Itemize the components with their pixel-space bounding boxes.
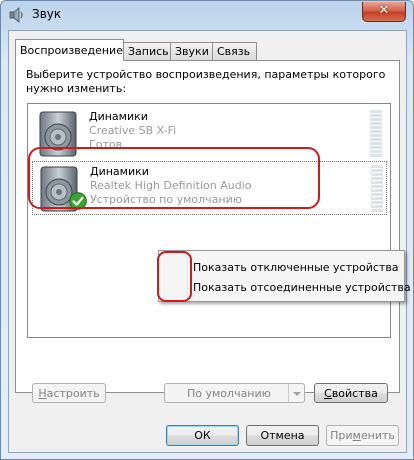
window-title: Звук: [32, 7, 62, 21]
device-list[interactable]: Динамики Creative SB X-Fi Готов Динамики…: [27, 103, 391, 338]
sound-dialog: Звук ✕ Воспроизведение Запись Звуки Связ…: [0, 0, 414, 460]
btn-label-part: енить: [360, 429, 395, 442]
speaker-device-icon: [39, 111, 77, 157]
btn-label-part: войства: [331, 387, 378, 400]
chevron-down-icon[interactable]: [288, 384, 304, 402]
menu-item-label: Показать отключенные устройства: [193, 261, 399, 274]
instruction-text: Выберите устройство воспроизведения, пар…: [26, 68, 386, 95]
tab-recording[interactable]: Запись: [123, 42, 171, 60]
dialog-body: Воспроизведение Запись Звуки Связь Выбер…: [8, 30, 407, 453]
tab-label: Связь: [217, 45, 251, 58]
apply-button[interactable]: Применить: [326, 425, 399, 446]
default-check-icon: [69, 192, 87, 210]
close-button[interactable]: ✕: [362, 2, 406, 22]
menu-item-show-disconnected[interactable]: Показать отсоединенные устройства: [193, 281, 411, 294]
tab-label: Воспроизведение: [20, 44, 123, 57]
device-item-creative[interactable]: Динамики Creative SB X-Fi Готов: [32, 107, 385, 159]
tab-sounds[interactable]: Звуки: [170, 42, 213, 60]
playback-panel: Выберите устройство воспроизведения, пар…: [15, 60, 400, 393]
access-key: м: [352, 429, 361, 442]
cancel-button[interactable]: Отмена: [246, 425, 319, 446]
close-icon: ✕: [378, 3, 390, 18]
speaker-icon: [9, 7, 23, 23]
menu-gutter: [187, 253, 189, 299]
tab-communications[interactable]: Связь: [212, 42, 257, 60]
btn-label-part: астроить: [46, 387, 100, 400]
title-bar[interactable]: Звук ✕: [1, 1, 413, 29]
tab-playback[interactable]: Воспроизведение: [15, 39, 124, 61]
ok-button[interactable]: ОК: [166, 425, 239, 446]
btn-label: По умолчанию: [187, 387, 271, 400]
volume-meter: [370, 110, 382, 158]
device-description: Realtek High Definition Audio: [90, 179, 252, 192]
device-name: Динамики: [90, 165, 149, 178]
btn-label: Отмена: [260, 429, 305, 442]
btn-label: ОК: [194, 429, 211, 442]
tab-label: Звуки: [175, 45, 209, 58]
device-item-realtek[interactable]: Динамики Realtek High Definition Audio У…: [32, 161, 387, 215]
context-menu: Показать отключенные устройства Показать…: [158, 250, 411, 302]
device-name: Динамики: [89, 110, 148, 123]
set-default-split-button[interactable]: По умолчанию: [164, 383, 305, 403]
device-description: Creative SB X-Fi: [89, 124, 177, 137]
device-status: Устройство по умолчанию: [90, 193, 243, 206]
configure-button[interactable]: Настроить: [32, 383, 106, 403]
btn-label-part: При: [330, 429, 353, 442]
device-status: Готов: [89, 138, 123, 151]
properties-button[interactable]: Свойства: [314, 383, 388, 403]
access-key: Н: [38, 387, 47, 400]
menu-item-label: Показать отсоединенные устройства: [193, 281, 411, 294]
volume-meter: [371, 165, 383, 213]
access-key: С: [324, 387, 332, 400]
tab-label: Запись: [128, 45, 169, 58]
menu-item-show-disabled[interactable]: Показать отключенные устройства: [193, 261, 399, 274]
